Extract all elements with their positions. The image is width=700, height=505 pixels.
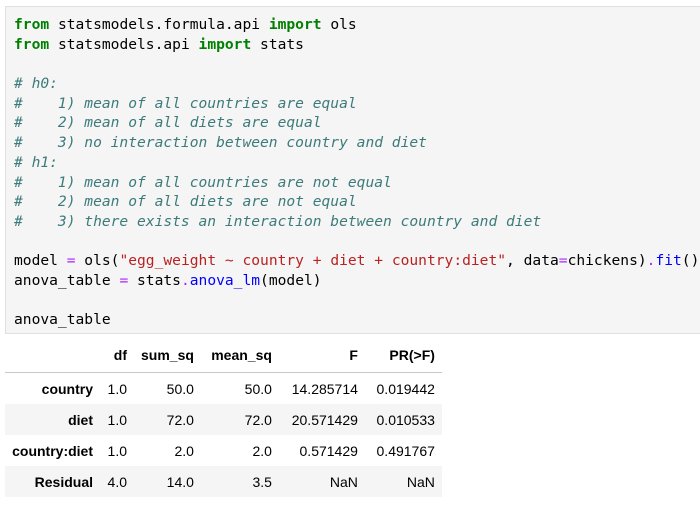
code-comment: # 3) there exists an interaction between… bbox=[14, 212, 542, 230]
code-comment: # 2) mean of all diets are not equal bbox=[14, 193, 357, 211]
table-cell: 4.0 bbox=[107, 473, 127, 490]
code-text: ols( bbox=[75, 252, 120, 270]
code-keyword: import bbox=[198, 35, 252, 53]
code-keyword: from bbox=[14, 16, 50, 33]
column-header-sum-sq: sum_sq bbox=[134, 338, 201, 373]
code-line: from statsmodels.formula.api import ols bbox=[14, 15, 699, 35]
code-comment: # 3) no interaction between country and … bbox=[14, 134, 427, 152]
table-cell: 2.0 bbox=[174, 442, 194, 459]
table-header-row: df sum_sq mean_sq F PR(>F) bbox=[5, 338, 442, 373]
code-line: # 1) mean of all countries are not equal bbox=[14, 173, 699, 193]
code-operator: = bbox=[66, 252, 76, 270]
table-cell: 3.5 bbox=[252, 473, 272, 490]
code-line: # 3) no interaction between country and … bbox=[14, 133, 699, 153]
code-comment: # h1: bbox=[14, 153, 58, 171]
code-function: anova_lm bbox=[189, 271, 261, 289]
code-line: anova_table = stats.anova_lm(model) bbox=[14, 271, 699, 291]
table-row: country:diet 1.0 2.0 2.0 0.571429 0.4917… bbox=[5, 435, 442, 466]
code-text: ols bbox=[321, 16, 357, 33]
table-cell: 0.491767 bbox=[376, 442, 435, 459]
table-cell: 50.0 bbox=[166, 380, 194, 397]
table-cell: 0.571429 bbox=[299, 442, 358, 459]
row-index: country bbox=[41, 380, 93, 397]
table-cell: 1.0 bbox=[107, 380, 127, 397]
column-header-pr-f: PR(>F) bbox=[364, 338, 442, 373]
code-keyword: from bbox=[14, 35, 50, 53]
table-cell: 1.0 bbox=[107, 442, 127, 459]
code-editor[interactable]: from statsmodels.formula.api import ols f… bbox=[14, 15, 699, 330]
code-text: statsmodels.api bbox=[49, 35, 199, 53]
code-line: # 1) mean of all countries are equal bbox=[14, 94, 699, 114]
code-operator: = bbox=[119, 271, 129, 289]
table-row: country 1.0 50.0 50.0 14.285714 0.019442 bbox=[5, 373, 442, 405]
code-comment: # h0: bbox=[14, 75, 58, 93]
code-text: statsmodels.formula.api bbox=[49, 16, 269, 33]
code-text: anova_table bbox=[14, 311, 111, 329]
code-operator: . bbox=[180, 271, 190, 289]
table-cell: 72.0 bbox=[244, 411, 272, 428]
code-text: stats bbox=[251, 35, 304, 53]
code-line: # 2) mean of all diets are equal bbox=[14, 113, 699, 133]
table-cell: 14.0 bbox=[166, 473, 194, 490]
code-line: # 3) there exists an interaction between… bbox=[14, 212, 699, 232]
code-line: # h0: bbox=[14, 74, 699, 94]
code-line: model = ols("egg_weight ~ country + diet… bbox=[14, 251, 699, 271]
table-cell: NaN bbox=[406, 473, 435, 490]
table-cell: 14.285714 bbox=[291, 380, 358, 397]
table-cell: 72.0 bbox=[166, 411, 194, 428]
table-cell: 20.571429 bbox=[291, 411, 358, 428]
table-row: diet 1.0 72.0 72.0 20.571429 0.010533 bbox=[5, 404, 442, 435]
code-text: (model) bbox=[260, 271, 322, 289]
code-line: from statsmodels.api import stats bbox=[14, 35, 699, 55]
code-text: , data bbox=[506, 252, 559, 270]
output-area: df sum_sq mean_sq F PR(>F) country 1.0 5… bbox=[5, 338, 442, 497]
row-index: country:diet bbox=[12, 442, 93, 459]
code-operator: = bbox=[558, 252, 568, 270]
code-text: chickens) bbox=[567, 252, 647, 270]
code-line: anova_table bbox=[14, 310, 699, 330]
code-keyword: import bbox=[268, 16, 322, 33]
table-cell: NaN bbox=[329, 473, 358, 490]
code-string: "egg_weight ~ country + diet + country:d… bbox=[119, 252, 507, 270]
table-cell: 0.019442 bbox=[376, 380, 435, 397]
code-text: stats bbox=[128, 271, 181, 289]
row-index: Residual bbox=[34, 473, 93, 490]
code-text: anova_table bbox=[14, 271, 120, 289]
code-comment: # 2) mean of all diets are equal bbox=[14, 114, 322, 132]
table-cell: 0.010533 bbox=[376, 411, 435, 428]
code-text: model bbox=[14, 252, 67, 270]
column-header-df: df bbox=[100, 338, 134, 373]
code-cell[interactable]: from statsmodels.formula.api import ols f… bbox=[5, 6, 700, 334]
table-cell: 50.0 bbox=[244, 380, 272, 397]
code-comment: # 1) mean of all countries are equal bbox=[14, 94, 357, 112]
code-comment: # 1) mean of all countries are not equal bbox=[14, 173, 392, 191]
table-cell: 2.0 bbox=[252, 442, 272, 459]
table-row: Residual 4.0 14.0 3.5 NaN NaN bbox=[5, 466, 442, 497]
anova-table: df sum_sq mean_sq F PR(>F) country 1.0 5… bbox=[5, 338, 442, 497]
column-header-mean-sq: mean_sq bbox=[200, 338, 279, 373]
code-line: # h1: bbox=[14, 153, 699, 173]
row-index: diet bbox=[68, 411, 93, 428]
column-header-f: F bbox=[278, 338, 365, 373]
code-function: fit bbox=[655, 252, 682, 270]
code-line: # 2) mean of all diets are not equal bbox=[14, 192, 699, 212]
table-cell: 1.0 bbox=[107, 411, 127, 428]
code-text: () bbox=[681, 252, 700, 270]
column-header-index bbox=[5, 338, 100, 373]
